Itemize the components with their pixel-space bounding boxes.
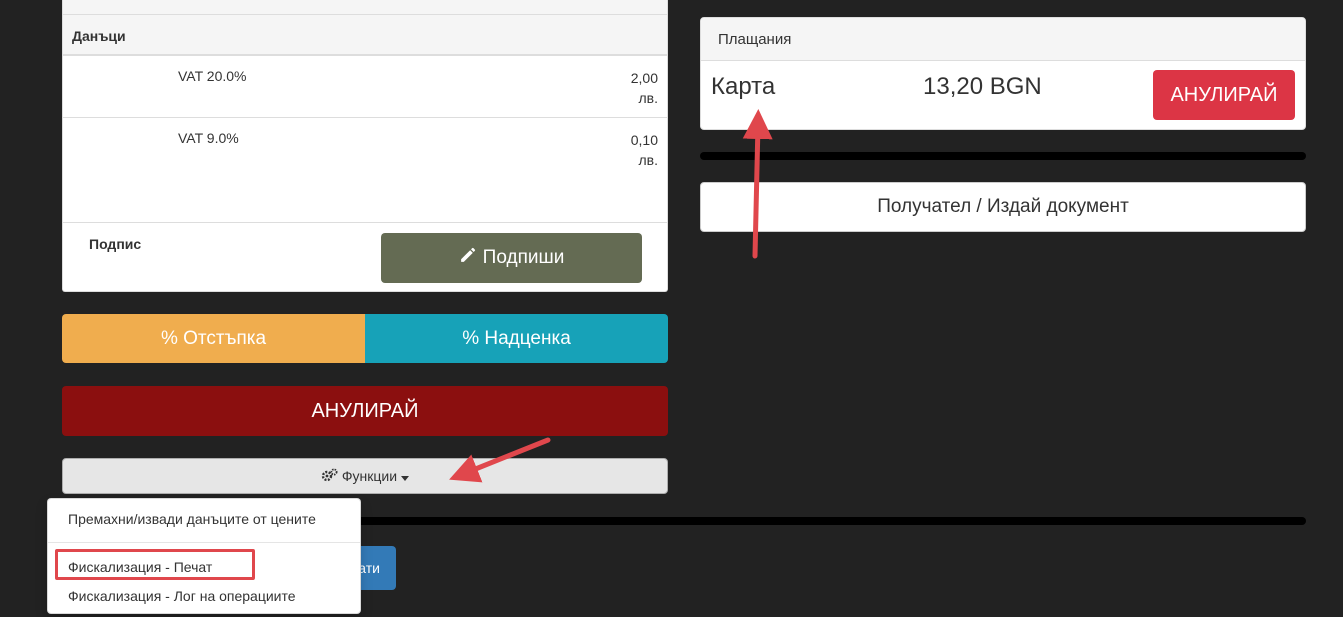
tax-amount: 2,00 лв. <box>631 68 658 108</box>
cancel-payment-button[interactable]: АНУЛИРАЙ <box>1153 70 1295 120</box>
functions-menu: Премахни/извади данъците от цените Фиска… <box>47 498 361 614</box>
payment-method: Карта <box>711 73 776 100</box>
functions-dropdown-button[interactable]: Функции <box>62 458 668 494</box>
menu-divider <box>48 542 360 543</box>
payments-heading: Плащания <box>701 18 1305 61</box>
markup-button[interactable]: % Надценка <box>365 314 668 363</box>
menu-item-fiscalization-log[interactable]: Фискализация - Лог на операциите <box>68 588 296 604</box>
signature-label: Подпис <box>89 236 142 252</box>
sign-button-label: Подпиши <box>482 247 565 268</box>
sign-button[interactable]: Подпиши <box>381 233 642 283</box>
cogs-icon <box>321 468 338 485</box>
taxes-header: Данъци <box>72 28 126 44</box>
highlight-box <box>55 549 255 580</box>
caret-down-icon <box>401 468 410 484</box>
cancel-receipt-button[interactable]: АНУЛИРАЙ <box>62 386 668 436</box>
tax-row: VAT 20.0% 2,00 лв. <box>63 56 667 118</box>
tax-amount: 0,10 лв. <box>631 130 658 170</box>
functions-label: Функции <box>341 468 398 484</box>
tax-amount-value: 2,00 <box>630 70 658 86</box>
recipient-issue-document-button[interactable]: Получател / Издай документ <box>700 182 1306 232</box>
tax-amount-currency: лв. <box>638 90 659 106</box>
taxes-header-row: Данъци <box>63 15 667 56</box>
payments-title: Плащания <box>718 31 792 48</box>
tax-name: VAT 9.0% <box>178 130 239 146</box>
payment-amount: 13,20 BGN <box>923 73 1042 100</box>
tax-amount-currency: лв. <box>638 152 659 168</box>
tax-name: VAT 20.0% <box>178 68 247 84</box>
tax-amount-value: 0,10 <box>630 132 658 148</box>
taxes-top-strip <box>63 0 667 15</box>
separator-bar <box>355 517 1306 525</box>
payments-panel: Плащания Карта 13,20 BGN АНУЛИРАЙ <box>700 17 1306 130</box>
menu-item-remove-taxes[interactable]: Премахни/извади данъците от цените <box>68 511 316 527</box>
tax-row: VAT 9.0% 0,10 лв. <box>63 118 667 223</box>
pencil-icon <box>459 247 476 270</box>
separator-bar <box>700 152 1306 160</box>
discount-button[interactable]: % Отстъпка <box>62 314 365 363</box>
taxes-panel: Данъци VAT 20.0% 2,00 лв. VAT 9.0% 0,10 … <box>62 0 668 292</box>
